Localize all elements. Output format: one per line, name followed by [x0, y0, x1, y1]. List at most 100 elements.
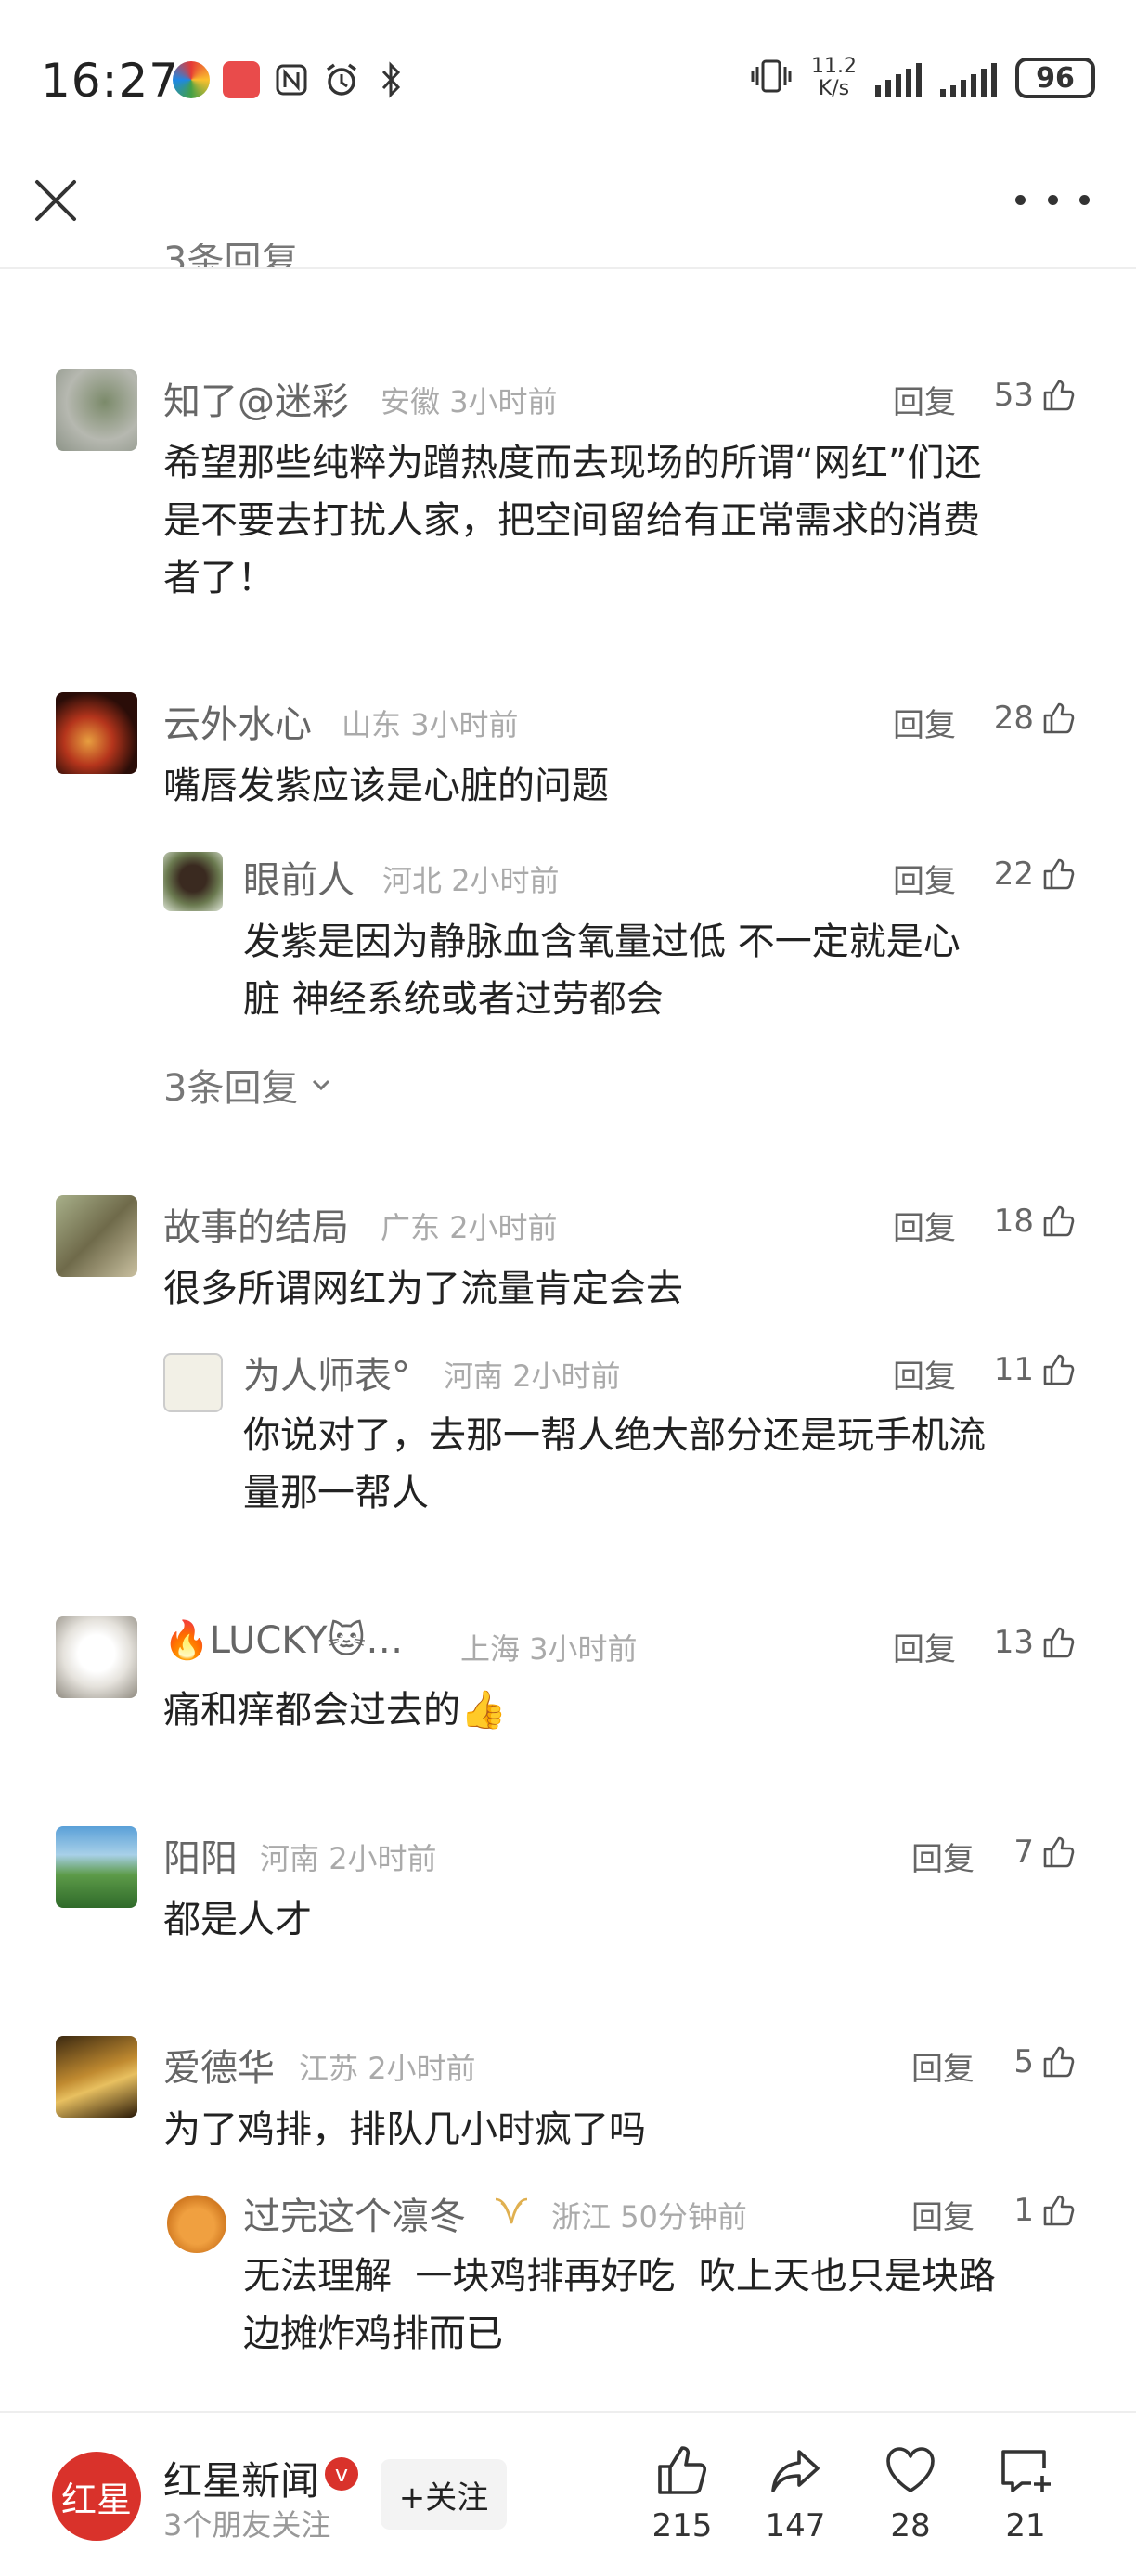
reply-avatar[interactable] — [163, 1353, 223, 1412]
vibrate-icon — [750, 58, 793, 98]
avatar[interactable] — [56, 2036, 137, 2118]
brand-name[interactable]: 红星新闻 — [163, 2450, 319, 2506]
like-action-button[interactable]: 215 — [631, 2441, 733, 2544]
thumbs-up-icon — [1043, 380, 1075, 411]
like-button[interactable]: 53 — [994, 377, 1077, 414]
bottom-action-bar: 红星 红星新闻 v 3个朋友关注 +关注 215 147 28 21 — [0, 2413, 1136, 2576]
comment-username[interactable]: 阳阳 — [163, 1828, 238, 1882]
partial-more-replies[interactable]: 3条回复 — [163, 243, 298, 267]
comment-meta: 广东 2小时前 — [381, 1210, 558, 1245]
like-button[interactable]: 13 — [994, 1624, 1077, 1661]
thumbs-up-icon — [1043, 1205, 1075, 1237]
status-icons-right: 11.2 K/s 96 — [750, 56, 1095, 100]
reply-meta: 河南 2小时前 — [444, 1359, 621, 1394]
avatar[interactable] — [56, 692, 137, 774]
like-button[interactable]: 28 — [994, 700, 1077, 737]
avatar[interactable] — [56, 1195, 137, 1277]
friends-following-text: 3个朋友关注 — [163, 2507, 331, 2543]
reply-username[interactable]: 过完这个凛冬 — [243, 2186, 466, 2240]
comment-meta: 上海 3小时前 — [460, 1631, 638, 1667]
comment-username[interactable]: 故事的结局 — [163, 1197, 349, 1251]
partial-replies-clip: 3条回复 — [0, 243, 1136, 267]
reply-button[interactable]: 回复 — [893, 700, 956, 745]
reply-text: 你说对了，去那一帮人绝大部分还是玩手机流 量那一帮人 — [243, 1414, 986, 1514]
status-bar: 16:27 11.2 K/s 96 — [0, 0, 1136, 167]
thumbs-up-icon — [1043, 2046, 1075, 2078]
like-button[interactable]: 18 — [994, 1203, 1077, 1240]
comment-username[interactable]: 知了@迷彩 — [163, 371, 349, 425]
follow-button[interactable]: +关注 — [381, 2459, 507, 2530]
comment-text: 嘴唇发紫应该是心脏的问题 — [163, 765, 609, 807]
thumbs-up-icon — [1043, 1627, 1075, 1658]
reply-button[interactable]: 回复 — [911, 2043, 975, 2089]
status-icons-left — [173, 61, 410, 98]
thumbs-up-icon — [1043, 1836, 1075, 1868]
brand-logo[interactable]: 红星 — [52, 2452, 141, 2541]
comment-username[interactable]: 🔥LUCKY🐱… — [163, 1618, 403, 1662]
reply-meta: 河北 2小时前 — [382, 863, 560, 898]
more-dot-icon — [1047, 194, 1058, 205]
more-dot-icon — [1079, 194, 1090, 205]
like-button[interactable]: 7 — [1013, 1834, 1077, 1871]
reply-button[interactable]: 回复 — [893, 856, 956, 901]
more-options-button[interactable] — [1015, 176, 1090, 223]
reply-button[interactable]: 回复 — [911, 2192, 975, 2237]
more-replies-button[interactable]: 3条回复 — [163, 1058, 335, 1112]
comment-text: 希望那些纯粹为蹭热度而去现场的所谓“网红”们还 是不要去打扰人家，把空间留给有正… — [163, 442, 982, 599]
share-action-button[interactable]: 147 — [744, 2441, 846, 2544]
comment-text: 为了鸡排，排队几小时疯了吗 — [163, 2108, 646, 2151]
avatar[interactable] — [56, 1616, 137, 1698]
like-button[interactable]: 22 — [994, 856, 1077, 893]
huawei-app-icon — [223, 61, 260, 98]
like-button[interactable]: 5 — [1013, 2043, 1077, 2080]
comment-username[interactable]: 云外水心 — [163, 694, 312, 748]
reply-button[interactable]: 回复 — [911, 1834, 975, 1879]
chevron-down-icon — [313, 1079, 330, 1091]
reply-username[interactable]: 眼前人 — [243, 850, 355, 904]
comment-username[interactable]: 爱德华 — [163, 2038, 275, 2092]
nav-divider — [0, 267, 1136, 269]
comment-meta: 河南 2小时前 — [260, 1841, 437, 1876]
thumbs-up-icon — [1043, 702, 1075, 734]
reply-text: 发紫是因为静脉血含氧量过低 不一定就是心 脏 神经系统或者过劳都会 — [243, 921, 961, 1021]
signal-icon-2 — [940, 59, 997, 97]
favorite-action-button[interactable]: 28 — [859, 2441, 962, 2544]
like-button[interactable]: 11 — [994, 1351, 1077, 1388]
like-button[interactable]: 1 — [1013, 2192, 1077, 2229]
status-time: 16:27 — [41, 54, 180, 108]
signal-icon — [875, 59, 922, 97]
avatar[interactable] — [56, 369, 137, 451]
comment-text: 很多所谓网红为了流量肯定会去 — [163, 1268, 683, 1310]
reply-button[interactable]: 回复 — [893, 1203, 956, 1248]
battery-indicator: 96 — [1015, 58, 1095, 98]
app-notification-icon — [173, 61, 210, 98]
more-dot-icon — [1015, 194, 1026, 205]
thumbs-up-icon — [658, 2446, 707, 2494]
reply-meta: 浙江 50分钟前 — [551, 2199, 747, 2235]
reply-username[interactable]: 为人师表° — [243, 1346, 410, 1399]
comment-text: 都是人才 — [163, 1899, 312, 1941]
verified-badge-icon: v — [325, 2457, 358, 2491]
thumbs-up-icon — [1043, 2195, 1075, 2226]
net-speed: 11.2 K/s — [811, 55, 857, 100]
thumbs-up-icon — [1043, 1354, 1075, 1385]
reply-avatar[interactable] — [163, 852, 223, 911]
reply-text: 无法理解 一块鸡排再好吃 吹上天也只是块路 边摊炸鸡排而已 — [243, 2255, 996, 2355]
alarm-icon — [323, 61, 360, 98]
reply-button[interactable]: 回复 — [893, 1624, 956, 1669]
close-button[interactable] — [28, 173, 84, 228]
reply-button[interactable]: 回复 — [893, 377, 956, 422]
comment-text: 痛和痒都会过去的👍 — [163, 1689, 507, 1732]
avatar[interactable] — [56, 1826, 137, 1908]
comment-action-button[interactable]: 21 — [975, 2441, 1077, 2544]
comment-meta: 安徽 3小时前 — [381, 384, 558, 419]
heart-icon — [886, 2447, 935, 2492]
bluetooth-icon — [373, 61, 410, 98]
reply-button[interactable]: 回复 — [893, 1351, 956, 1397]
comment-meta: 江苏 2小时前 — [299, 2051, 476, 2086]
reply-avatar[interactable] — [167, 2194, 226, 2253]
comment-add-icon — [1001, 2450, 1051, 2492]
comment-meta: 山东 3小时前 — [342, 707, 519, 742]
share-icon — [771, 2450, 820, 2492]
nfc-icon — [273, 61, 310, 98]
